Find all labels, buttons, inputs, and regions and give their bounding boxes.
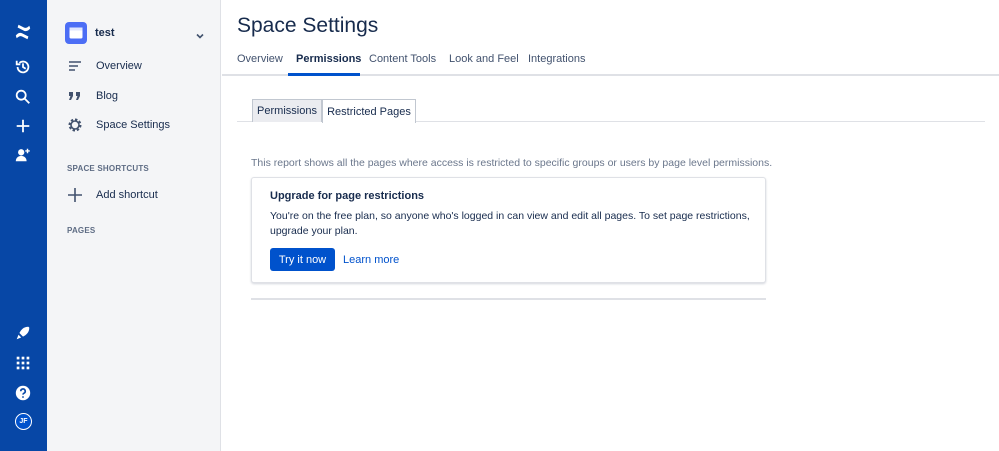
tab-content-tools[interactable]: Content Tools: [369, 53, 436, 65]
avatar[interactable]: JF: [15, 413, 32, 430]
sidebar-item-label: Space Settings: [96, 119, 170, 131]
upgrade-card-title: Upgrade for page restrictions: [270, 190, 425, 202]
recent-icon[interactable]: [13, 57, 33, 77]
gear-icon: [67, 117, 83, 133]
space-switcher[interactable]: test: [65, 22, 205, 44]
people-icon[interactable]: [13, 145, 33, 165]
add-shortcut-button[interactable]: Add shortcut: [67, 185, 158, 205]
add-shortcut-label: Add shortcut: [96, 189, 158, 201]
chevron-down-icon[interactable]: [195, 28, 205, 39]
space-name: test: [95, 27, 115, 39]
confluence-logo-icon[interactable]: [13, 22, 33, 42]
plus-icon: [67, 187, 83, 203]
overview-lines-icon: [67, 58, 83, 74]
create-icon[interactable]: [13, 116, 33, 136]
global-nav-rail: JF: [0, 0, 47, 451]
settings-tabs: Overview Permissions Content Tools Look …: [222, 48, 999, 76]
tab-look-and-feel[interactable]: Look and Feel: [449, 53, 519, 65]
tab-integrations[interactable]: Integrations: [528, 53, 585, 65]
active-tab-indicator: [288, 73, 360, 76]
sidebar-item-overview[interactable]: Overview: [67, 56, 142, 76]
sidebar-item-blog[interactable]: Blog: [67, 86, 118, 106]
tab-overview[interactable]: Overview: [237, 53, 283, 65]
page-title: Space Settings: [237, 14, 379, 37]
sidebar-item-space-settings[interactable]: Space Settings: [67, 115, 170, 135]
upgrade-card: Upgrade for page restrictions You're on …: [251, 177, 766, 283]
space-logo-icon: [65, 22, 87, 44]
sidebar-item-label: Overview: [96, 60, 142, 72]
try-it-now-button[interactable]: Try it now: [270, 248, 335, 271]
space-sidebar: test Overview Blog Space Settings SPACE …: [47, 0, 221, 451]
space-shortcuts-heading: SPACE SHORTCUTS: [67, 164, 149, 173]
main-content: Space Settings Overview Permissions Cont…: [222, 0, 999, 451]
quote-icon: [67, 88, 83, 104]
help-icon[interactable]: [13, 383, 33, 403]
permissions-subtabs: Permissions Restricted Pages: [237, 99, 985, 123]
app-switcher-icon[interactable]: [13, 353, 33, 373]
pages-heading: PAGES: [67, 226, 96, 235]
learn-more-link[interactable]: Learn more: [343, 254, 399, 266]
divider: [251, 298, 766, 300]
search-icon[interactable]: [13, 87, 33, 107]
subtab-restricted-pages[interactable]: Restricted Pages: [322, 99, 416, 123]
tab-permissions[interactable]: Permissions: [296, 53, 361, 65]
rocket-icon[interactable]: [13, 323, 33, 343]
subtab-permissions[interactable]: Permissions: [252, 99, 322, 122]
sidebar-item-label: Blog: [96, 90, 119, 102]
report-description: This report shows all the pages where ac…: [251, 157, 773, 169]
upgrade-card-body: You're on the free plan, so anyone who's…: [270, 210, 750, 237]
